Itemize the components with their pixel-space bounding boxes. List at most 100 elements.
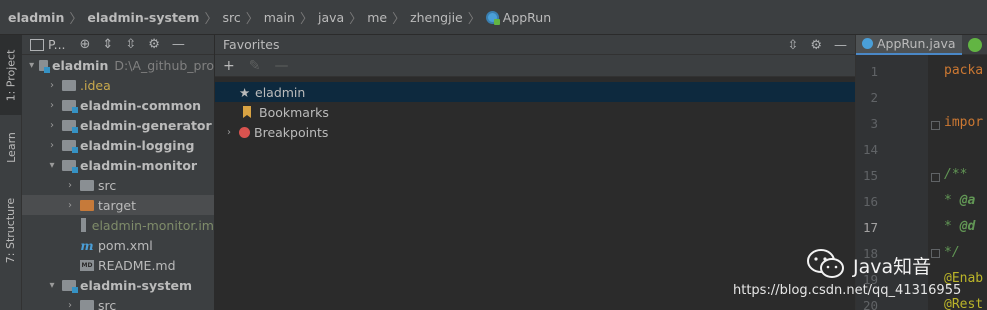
- minimize-icon[interactable]: —: [834, 38, 847, 53]
- chevron-down-icon[interactable]: ▾: [46, 160, 58, 171]
- favorites-item-eladmin[interactable]: ★ eladmin: [215, 82, 855, 102]
- module-folder-icon: [62, 279, 78, 293]
- project-panel: P... ⊕ ⇕ ⇳ ⚙ — ▾ eladmin D:\A_github_pro…: [22, 35, 215, 310]
- chevron-right-icon[interactable]: ›: [46, 80, 58, 91]
- tree-row-iml-file[interactable]: eladmin-monitor.im: [22, 215, 214, 235]
- gear-icon[interactable]: ⚙: [148, 37, 160, 52]
- excluded-folder-icon: [80, 199, 94, 211]
- line-number: 16: [862, 194, 878, 209]
- collapse-all-icon[interactable]: ⇳: [125, 37, 136, 52]
- line-number: 15: [862, 168, 878, 183]
- line-number: 20: [862, 298, 878, 310]
- java-class-icon: [862, 38, 873, 49]
- tab-structure[interactable]: 7: Structure: [0, 185, 22, 275]
- code-doc-open: /**: [944, 167, 968, 182]
- favorites-panel: Favorites ⇳ ⚙ — + ✎ — ★ eladmin Bookmark…: [215, 35, 855, 310]
- tree-row-eladmin-monitor[interactable]: ▾ eladmin-monitor: [22, 155, 214, 175]
- breadcrumb-separator: 〉: [204, 11, 218, 27]
- tab-project-label: 1: Project: [4, 49, 18, 101]
- breadcrumb-item-eladmin[interactable]: eladmin: [8, 10, 64, 25]
- tree-row-label: README.md: [98, 257, 176, 273]
- tree-row-label: eladmin-monitor: [80, 157, 198, 173]
- code-import: impor: [944, 115, 984, 130]
- breadcrumb-separator: 〉: [392, 11, 406, 27]
- fold-icon[interactable]: [931, 173, 940, 182]
- edit-icon[interactable]: ✎: [249, 58, 261, 74]
- code-annotation: @Rest: [944, 297, 984, 310]
- chevron-right-icon[interactable]: ›: [64, 300, 76, 310]
- next-tab-icon[interactable]: [967, 37, 982, 52]
- minimize-icon[interactable]: —: [172, 37, 185, 52]
- fold-icon[interactable]: [931, 249, 940, 258]
- code-doc-star: *: [944, 193, 960, 208]
- tab-learn-label: Learn: [4, 132, 18, 163]
- project-tree: ▾ eladmin D:\A_github_pro › .idea › elad…: [22, 55, 214, 310]
- favorites-item-breakpoints[interactable]: › Breakpoints: [215, 122, 855, 142]
- add-icon[interactable]: +: [223, 58, 235, 74]
- breadcrumb-item-me[interactable]: me: [367, 10, 387, 25]
- project-view-selector[interactable]: P...: [48, 37, 66, 52]
- module-folder-icon: [62, 139, 78, 153]
- spring-class-icon: [485, 10, 500, 25]
- module-folder-icon: [62, 119, 78, 133]
- tree-row-eladmin[interactable]: ▾ eladmin D:\A_github_pro: [22, 55, 214, 75]
- chevron-down-icon[interactable]: ▾: [28, 60, 35, 71]
- tree-row-label: pom.xml: [98, 237, 153, 253]
- tab-apprun-java[interactable]: AppRun.java: [856, 35, 962, 55]
- chevron-right-icon[interactable]: ›: [46, 140, 58, 151]
- breadcrumb-separator: 〉: [69, 11, 83, 27]
- tab-learn[interactable]: Learn: [0, 120, 22, 175]
- tree-row-readme[interactable]: MD README.md: [22, 255, 214, 275]
- breadcrumb-separator: 〉: [349, 11, 363, 27]
- favorites-item-bookmarks[interactable]: Bookmarks: [215, 102, 855, 122]
- remove-icon[interactable]: —: [274, 58, 288, 74]
- breadcrumb-item-java[interactable]: java: [318, 10, 344, 25]
- tree-row-src[interactable]: › src: [22, 175, 214, 195]
- chevron-right-icon[interactable]: ›: [64, 180, 76, 191]
- chevron-down-icon[interactable]: ▾: [46, 280, 58, 291]
- breadcrumb-item-apprun[interactable]: AppRun: [485, 10, 551, 25]
- line-number: 1: [870, 64, 878, 79]
- breadcrumb-item-zhengjie[interactable]: zhengjie: [410, 10, 463, 25]
- line-number: 3: [870, 116, 878, 131]
- tree-row-idea[interactable]: › .idea: [22, 75, 214, 95]
- favorites-header-tools: ⇳ ⚙ —: [775, 35, 847, 55]
- collapse-icon[interactable]: ⇳: [787, 38, 798, 53]
- tree-row-eladmin-logging[interactable]: › eladmin-logging: [22, 135, 214, 155]
- wechat-icon: [807, 249, 844, 278]
- breadcrumb-item-eladmin-system[interactable]: eladmin-system: [87, 10, 199, 25]
- breadcrumb-item-main[interactable]: main: [264, 10, 295, 25]
- favorites-item-label: Breakpoints: [254, 124, 329, 140]
- locate-icon[interactable]: ⊕: [80, 37, 91, 52]
- watermark-title: Java知音: [853, 256, 932, 278]
- tab-project[interactable]: 1: Project: [0, 35, 22, 115]
- markdown-icon: MD: [80, 259, 94, 271]
- bookmark-icon: [243, 106, 251, 118]
- tree-row-src-2[interactable]: › src: [22, 295, 214, 310]
- expand-all-icon[interactable]: ⇕: [102, 37, 113, 52]
- breadcrumb-item-src[interactable]: src: [222, 10, 240, 25]
- watermark-url: https://blog.csdn.net/qq_41316955: [733, 283, 962, 298]
- favorites-header: Favorites ⇳ ⚙ —: [215, 35, 855, 55]
- tree-row-label: eladmin-system: [80, 277, 193, 293]
- chevron-right-icon[interactable]: ›: [46, 100, 58, 111]
- chevron-right-icon[interactable]: ›: [46, 120, 58, 131]
- tree-row-label: eladmin-common: [80, 97, 202, 113]
- tree-row-target[interactable]: › target: [22, 195, 214, 215]
- module-folder-icon: [39, 59, 50, 73]
- tree-row-eladmin-common[interactable]: › eladmin-common: [22, 95, 214, 115]
- chevron-right-icon[interactable]: ›: [64, 200, 76, 211]
- tree-row-eladmin-system[interactable]: ▾ eladmin-system: [22, 275, 214, 295]
- fold-icon[interactable]: [931, 121, 940, 130]
- tree-row-label: eladmin-monitor.im: [91, 217, 214, 233]
- tree-row-label: src: [98, 177, 117, 193]
- tree-row-pom[interactable]: m pom.xml: [22, 235, 214, 255]
- chevron-right-icon[interactable]: ›: [223, 127, 235, 138]
- tree-row-label: eladmin-generator: [80, 117, 212, 133]
- tree-row-eladmin-generator[interactable]: › eladmin-generator: [22, 115, 214, 135]
- gear-icon[interactable]: ⚙: [810, 38, 822, 53]
- tool-window-strip: 1: Project Learn 7: Structure: [0, 35, 22, 310]
- favorites-toolbar: + ✎ —: [215, 55, 855, 77]
- tree-row-path: D:\A_github_pro: [114, 57, 214, 73]
- code-doc-tag: @a: [959, 193, 976, 208]
